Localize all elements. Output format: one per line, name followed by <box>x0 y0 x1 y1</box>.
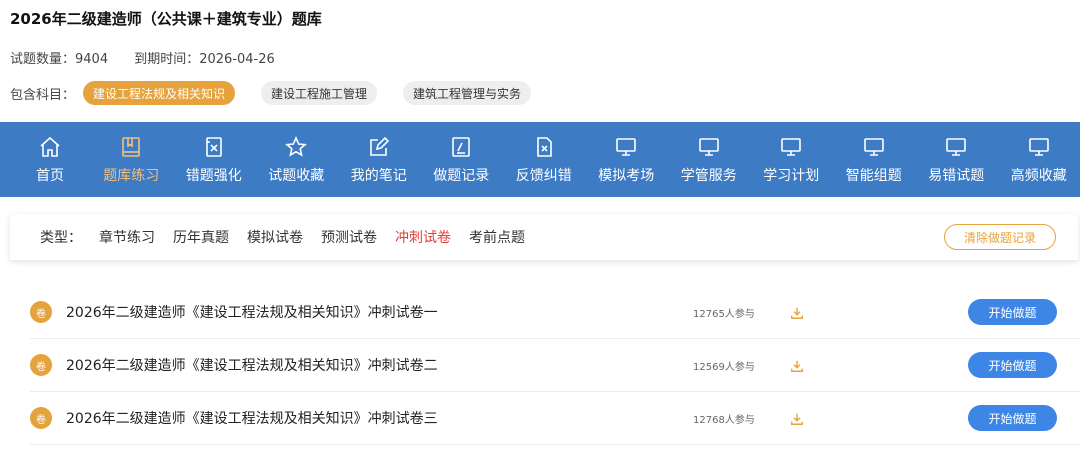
page-title: 2026年二级建造师（公共课＋建筑专业）题库 <box>10 10 322 28</box>
type-mock-papers[interactable]: 模拟试卷 <box>247 227 303 247</box>
type-filter-bar: 类型： 章节练习 历年真题 模拟试卷 预测试卷 冲刺试卷 考前点题 清除做题记录 <box>10 214 1078 260</box>
nav-label: 学习计划 <box>763 167 820 184</box>
nav-records[interactable]: 做题记录 <box>420 122 503 197</box>
nav-label: 试题收藏 <box>268 167 325 184</box>
paper-row: 卷 2026年二级建造师《建设工程法规及相关知识》冲刺试卷三 12768人参与 … <box>30 392 1080 445</box>
subject-list: 包含科目： 建设工程法规及相关知识 建设工程施工管理 建筑工程管理与实务 <box>10 80 557 106</box>
nav-label: 错题强化 <box>185 167 242 184</box>
paper-badge: 卷 <box>30 301 52 323</box>
paper-row: 卷 2026年二级建造师《建设工程法规及相关知识》冲刺试卷一 12765人参与 … <box>30 286 1080 339</box>
type-sprint-papers[interactable]: 冲刺试卷 <box>395 227 451 247</box>
paper-list: 卷 2026年二级建造师《建设工程法规及相关知识》冲刺试卷一 12765人参与 … <box>30 286 1080 445</box>
participant-count: 12765人参与 <box>693 308 755 320</box>
nav-wrong-questions[interactable]: 错题强化 <box>173 122 256 197</box>
download-icon[interactable] <box>790 411 804 425</box>
nav-label: 模拟考场 <box>598 167 655 184</box>
nav-error-prone[interactable]: 易错试题 <box>915 122 998 197</box>
nav-feedback[interactable]: 反馈纠错 <box>503 122 586 197</box>
participant-count: 12569人参与 <box>693 361 755 373</box>
nav-favorites[interactable]: 试题收藏 <box>255 122 338 197</box>
nav-mock-exam[interactable]: 模拟考场 <box>585 122 668 197</box>
note-edit-icon <box>367 135 391 159</box>
download-icon[interactable] <box>790 358 804 372</box>
record-icon <box>449 135 473 159</box>
nav-label: 易错试题 <box>928 167 985 184</box>
type-label: 类型： <box>40 230 82 246</box>
monitor-icon <box>944 135 968 159</box>
type-chapter-practice[interactable]: 章节练习 <box>99 227 155 247</box>
paper-badge: 卷 <box>30 407 52 429</box>
subjects-label: 包含科目： <box>10 87 76 103</box>
nav-label: 高频收藏 <box>1010 167 1067 184</box>
monitor-icon <box>862 135 886 159</box>
monitor-icon <box>614 135 638 159</box>
monitor-icon <box>697 135 721 159</box>
clear-records-button[interactable]: 清除做题记录 <box>944 224 1056 250</box>
paper-badge: 卷 <box>30 354 52 376</box>
nav-label: 首页 <box>36 167 64 184</box>
paper-row: 卷 2026年二级建造师《建设工程法规及相关知识》冲刺试卷二 12569人参与 … <box>30 339 1080 392</box>
nav-label: 智能组题 <box>845 167 902 184</box>
nav-label: 做题记录 <box>433 167 490 184</box>
type-past-exams[interactable]: 历年真题 <box>173 227 229 247</box>
participant-count: 12768人参与 <box>693 414 755 426</box>
monitor-icon <box>779 135 803 159</box>
nav-label: 学管服务 <box>680 167 737 184</box>
monitor-icon <box>1027 135 1051 159</box>
nav-study-service[interactable]: 学管服务 <box>668 122 751 197</box>
subject-chip-law[interactable]: 建设工程法规及相关知识 <box>83 81 236 105</box>
start-quiz-button[interactable]: 开始做题 <box>968 299 1057 325</box>
feedback-icon <box>532 135 556 159</box>
nav-question-bank[interactable]: 题库练习 <box>90 122 173 197</box>
subject-chip-construction-management[interactable]: 建设工程施工管理 <box>261 81 378 105</box>
nav-home[interactable]: 首页 <box>25 122 75 197</box>
start-quiz-button[interactable]: 开始做题 <box>968 352 1057 378</box>
nav-label: 我的笔记 <box>350 167 407 184</box>
nav-smart-quiz[interactable]: 智能组题 <box>833 122 916 197</box>
main-nav: 首页 题库练习 错题强化 试题收藏 我的笔记 做题记录 反馈纠错 模拟考场 学管… <box>0 122 1080 197</box>
subject-chip-building-practice[interactable]: 建筑工程管理与实务 <box>403 81 532 105</box>
nav-label: 反馈纠错 <box>515 167 572 184</box>
question-meta: 试题数量：9404 到期时间：2026-04-26 <box>10 48 297 67</box>
star-icon <box>284 135 308 159</box>
nav-study-plan[interactable]: 学习计划 <box>750 122 833 197</box>
nav-hot-favorites[interactable]: 高频收藏 <box>998 122 1080 197</box>
download-icon[interactable] <box>790 305 804 319</box>
paper-title[interactable]: 2026年二级建造师《建设工程法规及相关知识》冲刺试卷一 <box>66 302 438 322</box>
nav-notes[interactable]: 我的笔记 <box>338 122 421 197</box>
home-icon <box>38 135 62 159</box>
nav-label: 题库练习 <box>103 167 160 184</box>
wrong-doc-icon <box>202 135 226 159</box>
start-quiz-button[interactable]: 开始做题 <box>968 405 1057 431</box>
type-pre-exam-points[interactable]: 考前点题 <box>469 227 525 247</box>
expiry-date: 到期时间：2026-04-26 <box>134 52 275 67</box>
book-icon <box>119 135 143 159</box>
type-prediction-papers[interactable]: 预测试卷 <box>321 227 377 247</box>
paper-title[interactable]: 2026年二级建造师《建设工程法规及相关知识》冲刺试卷三 <box>66 408 438 428</box>
question-count: 试题数量：9404 <box>10 52 109 67</box>
paper-title[interactable]: 2026年二级建造师《建设工程法规及相关知识》冲刺试卷二 <box>66 355 438 375</box>
